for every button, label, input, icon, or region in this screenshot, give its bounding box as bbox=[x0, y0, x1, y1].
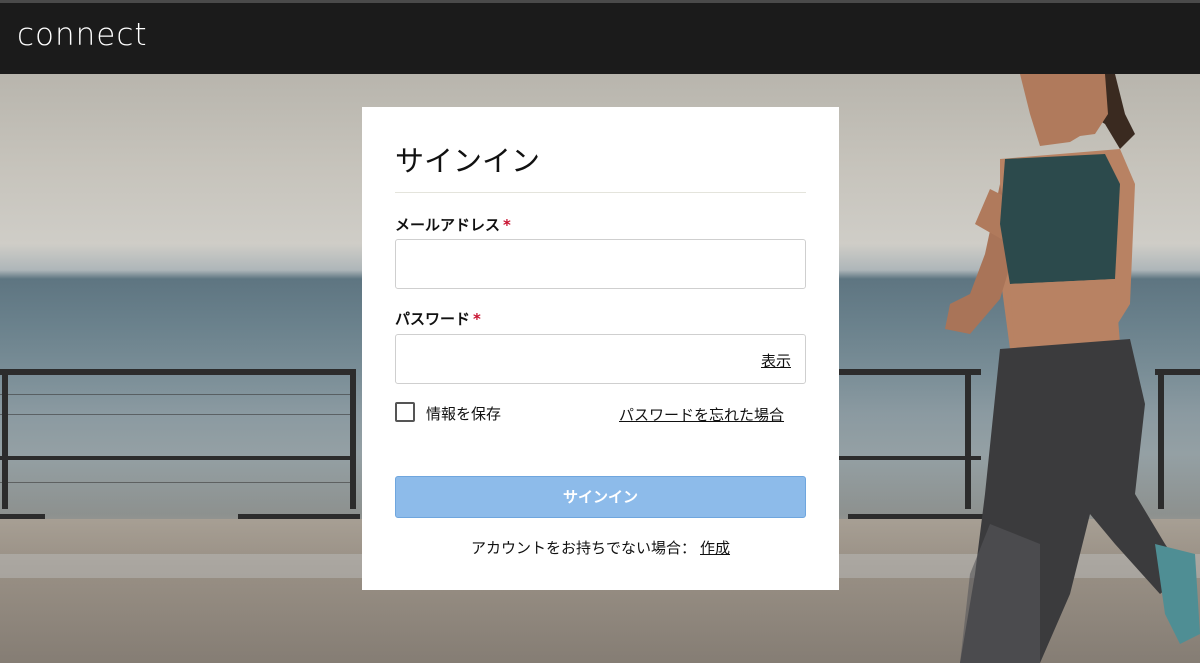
email-label: メールアドレス * bbox=[395, 214, 511, 235]
forgot-password-link[interactable]: パスワードを忘れた場合 bbox=[619, 404, 784, 425]
railing-post bbox=[2, 369, 8, 509]
runner-figure bbox=[945, 74, 1200, 663]
railing-wire bbox=[0, 394, 356, 395]
page-title: サインイン bbox=[395, 144, 541, 178]
email-label-text: メールアドレス bbox=[395, 216, 501, 234]
no-account-text: アカウントをお持ちでない場合： bbox=[470, 539, 696, 557]
create-account-link[interactable]: 作成 bbox=[700, 539, 730, 557]
no-account-line: アカウントをお持ちでない場合： 作成 bbox=[362, 537, 839, 558]
top-bar: connect bbox=[0, 0, 1200, 74]
password-field[interactable]: 表示 bbox=[395, 334, 806, 384]
connect-logo[interactable]: connect bbox=[17, 17, 148, 53]
railing-post bbox=[350, 369, 356, 509]
railing-wire bbox=[0, 482, 356, 483]
password-label-text: パスワード bbox=[395, 310, 471, 328]
remember-label[interactable]: 情報を保存 bbox=[426, 403, 501, 424]
title-divider bbox=[395, 192, 806, 193]
show-password-link[interactable]: 表示 bbox=[761, 350, 791, 371]
password-label: パスワード * bbox=[395, 308, 481, 329]
railing-mid-bar bbox=[0, 456, 356, 460]
required-mark: * bbox=[473, 310, 481, 328]
railing-top-bar bbox=[0, 369, 356, 375]
required-mark: * bbox=[503, 216, 511, 234]
remember-checkbox[interactable] bbox=[395, 402, 415, 422]
signin-button[interactable]: サインイン bbox=[395, 476, 806, 518]
email-field[interactable] bbox=[395, 239, 806, 289]
railing-wire bbox=[0, 414, 356, 415]
signin-card: サインイン メールアドレス * パスワード * 表示 情報を保存 パスワードを忘れた… bbox=[362, 107, 839, 590]
